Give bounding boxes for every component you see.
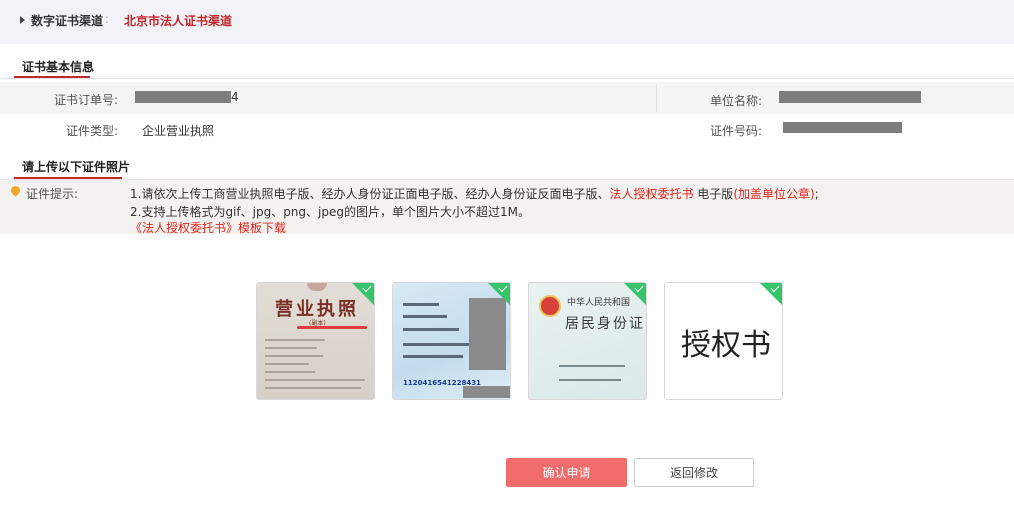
id-text-line xyxy=(403,355,463,358)
id-card-front-thumbnail[interactable]: 1120416541228431 xyxy=(392,282,511,400)
confirm-apply-button[interactable]: 确认申请 xyxy=(506,458,627,487)
caret-right-icon xyxy=(20,16,25,24)
license-text-line xyxy=(265,371,315,373)
hint-line-1-text: 1.请依次上传工商营业执照电子版、经办人身份证正面电子版、经办人身份证反面电子版… xyxy=(130,187,610,201)
order-no-suffix: 4 xyxy=(231,90,239,104)
cert-type-label: 证件类型: xyxy=(65,124,118,138)
breadcrumb-root[interactable]: 数字证书渠道 xyxy=(31,12,103,29)
authorization-letter-link[interactable]: 法人授权委托书 xyxy=(609,187,693,201)
stamp-note: (加盖单位公章) xyxy=(733,187,815,201)
authorization-letter-text: 授权书 xyxy=(681,328,771,363)
breadcrumb-separator: : xyxy=(105,12,110,26)
id-text-line xyxy=(403,315,447,318)
basic-info-title: 证书基本信息 xyxy=(22,60,95,74)
id-photo-redacted xyxy=(469,298,506,370)
id-text-line xyxy=(403,303,439,306)
cert-no-label: 证件号码: xyxy=(709,124,762,138)
template-download-link[interactable]: 《法人授权委托书》模板下载 xyxy=(130,219,286,236)
id-back-text-line xyxy=(559,365,625,367)
id-text-line xyxy=(403,328,459,331)
business-license-thumbnail[interactable]: 营业执照 (副本) xyxy=(256,282,375,400)
info-column-divider xyxy=(656,84,657,112)
emblem-icon xyxy=(307,283,327,291)
hint-label: 证件提示: xyxy=(26,187,79,201)
breadcrumb-current: 北京市法人证书渠道 xyxy=(124,14,233,28)
license-text-line xyxy=(265,363,309,365)
breadcrumb: 数字证书渠道 : 北京市法人证书渠道 xyxy=(0,0,1014,44)
hint-line-1-suffix: 电子版 xyxy=(697,187,734,201)
order-no-redacted xyxy=(135,91,231,103)
upload-section-title: 请上传以下证件照片 xyxy=(22,160,131,174)
order-no-label: 证书订单号: xyxy=(53,93,118,107)
authorization-letter-thumbnail[interactable]: 授权书 xyxy=(664,282,783,400)
cert-type-value: 企业营业执照 xyxy=(142,124,215,138)
back-edit-button[interactable]: 返回修改 xyxy=(634,458,754,487)
license-text-line xyxy=(265,347,317,349)
license-text-line xyxy=(265,355,323,357)
license-text-line xyxy=(265,339,325,341)
license-text-line xyxy=(265,379,365,381)
id-back-country: 中华人民共和国 xyxy=(567,298,631,308)
id-back-text-line xyxy=(559,379,621,381)
license-text-line xyxy=(265,387,361,389)
national-emblem-icon xyxy=(539,295,561,317)
license-redaction xyxy=(297,326,367,329)
hint-line-1-end: ; xyxy=(814,187,819,201)
section-divider xyxy=(0,78,1014,79)
id-card-back-thumbnail[interactable]: 中华人民共和国 居民身份证 xyxy=(528,282,647,400)
id-text-line xyxy=(403,343,469,346)
hint-line-2: 2.支持上传格式为gif、jpg、png、jpeg的图片，单个图片大小不超过1M… xyxy=(130,205,530,219)
id-back-title: 居民身份证 xyxy=(565,316,645,332)
unit-name-label: 单位名称: xyxy=(709,94,762,108)
cert-no-redacted xyxy=(783,122,902,133)
id-number-redacted xyxy=(463,386,510,398)
hint-line-1: 1.请依次上传工商营业执照电子版、经办人身份证正面电子版、经办人身份证反面电子版… xyxy=(130,185,819,202)
unit-name-redacted xyxy=(779,91,921,103)
